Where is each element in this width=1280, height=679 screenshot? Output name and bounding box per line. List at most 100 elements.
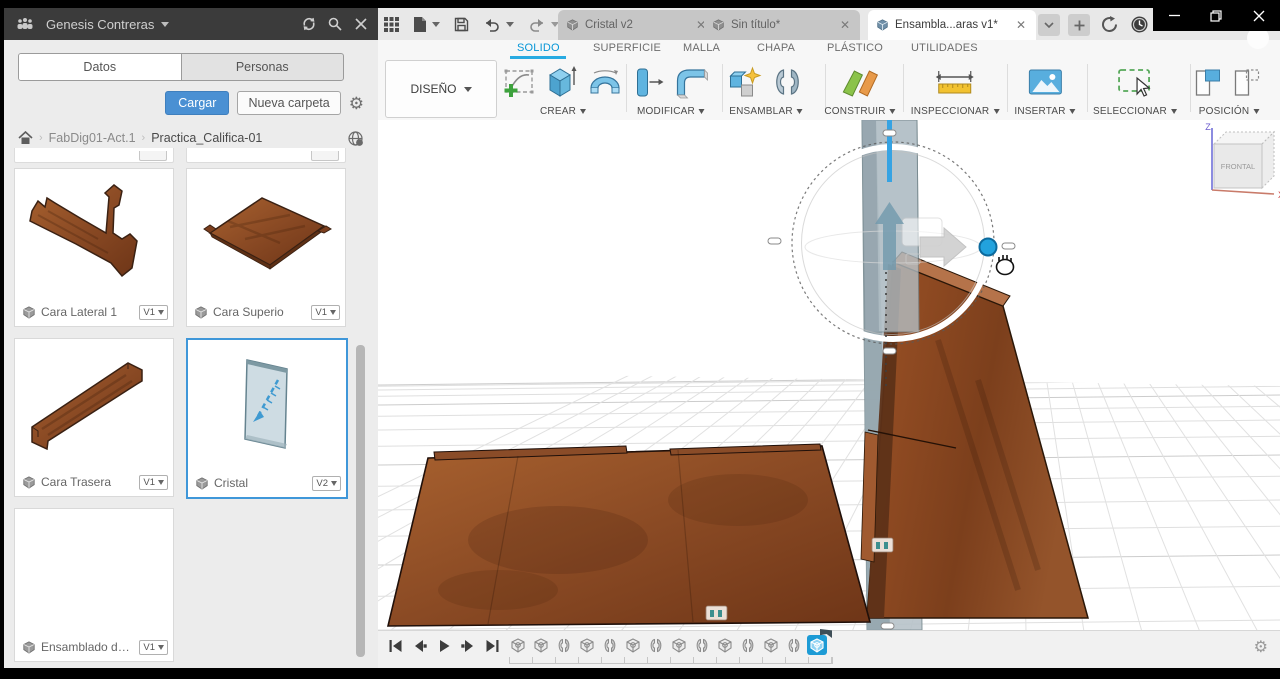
card-partial[interactable] xyxy=(14,148,174,163)
tab-list-chevron-icon[interactable] xyxy=(1038,14,1060,36)
construct-plane-icon[interactable] xyxy=(839,64,881,100)
revolve-icon[interactable] xyxy=(586,64,624,100)
redo-icon[interactable] xyxy=(528,17,559,32)
new-component-icon[interactable] xyxy=(727,64,763,100)
version-dropdown[interactable]: V1 xyxy=(139,474,168,490)
ribbon-tab-solido[interactable]: SOLIDO xyxy=(517,42,560,54)
card-cara-superior[interactable]: Cara Superio V1 xyxy=(186,168,346,327)
breadcrumb-folder[interactable]: FabDig01-Act.1 xyxy=(49,131,136,145)
upload-button[interactable]: Cargar xyxy=(165,91,230,115)
group-seleccionar[interactable]: SELECCIONAR xyxy=(1093,106,1177,117)
timeline-component-icon[interactable] xyxy=(807,629,832,655)
timeline-joint-icon[interactable] xyxy=(738,635,758,655)
group-insertar[interactable]: INSERTAR xyxy=(1014,106,1076,117)
version-dropdown[interactable]: V1 xyxy=(311,304,340,320)
timeline-joint-icon[interactable] xyxy=(692,635,712,655)
tab-personas[interactable]: Personas xyxy=(180,54,344,80)
step-back-button[interactable] xyxy=(412,638,428,654)
view-cube[interactable]: FRONTAL Z X xyxy=(1205,122,1280,200)
create-sketch-icon[interactable] xyxy=(502,64,536,100)
tab-datos[interactable]: Datos xyxy=(19,54,181,80)
timeline-component-icon[interactable] xyxy=(623,635,643,655)
new-tab-plus-icon[interactable] xyxy=(1068,14,1090,36)
joint-glyph-badge[interactable] xyxy=(705,605,728,621)
card-partial[interactable] xyxy=(186,148,346,163)
timeline-joint-icon[interactable] xyxy=(646,635,666,655)
timeline-component-icon[interactable] xyxy=(761,635,781,655)
panel-scrollbar[interactable] xyxy=(356,345,365,657)
step-forward-button[interactable] xyxy=(460,638,476,654)
timeline-component-icon[interactable] xyxy=(577,635,597,655)
revert-position-icon[interactable] xyxy=(1233,64,1265,100)
select-icon[interactable] xyxy=(1115,64,1155,100)
version-history-clock-icon[interactable] xyxy=(1130,15,1149,34)
viewport[interactable]: FRONTAL Z X xyxy=(378,120,1280,630)
search-icon[interactable] xyxy=(322,11,348,37)
web-globe-icon[interactable] xyxy=(347,130,364,147)
close-panel-icon[interactable] xyxy=(348,11,374,37)
group-crear[interactable]: CREAR xyxy=(540,106,586,117)
group-inspeccionar[interactable]: INSPECCIONAR xyxy=(911,106,1000,117)
close-tab-icon[interactable]: ✕ xyxy=(1014,18,1028,32)
card-cara-lateral[interactable]: Cara Lateral 1 V1 xyxy=(14,168,174,327)
save-icon[interactable] xyxy=(454,17,469,32)
ribbon-tab-chapa[interactable]: CHAPA xyxy=(757,42,795,54)
version-dropdown[interactable]: V1 xyxy=(139,304,168,320)
timeline-component-icon[interactable] xyxy=(669,635,689,655)
axis-pill-handle[interactable] xyxy=(882,347,897,355)
group-posicion[interactable]: POSICIÓN xyxy=(1199,106,1260,117)
card-cristal[interactable]: Cristal V2 xyxy=(186,338,348,499)
fillet-icon[interactable] xyxy=(673,64,711,100)
timeline-joint-icon[interactable] xyxy=(784,635,804,655)
group-modificar[interactable]: MODIFICAR xyxy=(637,106,705,117)
timeline-settings-gear-icon[interactable]: ⚙ xyxy=(1254,640,1268,656)
wood-base-panel[interactable] xyxy=(386,443,872,627)
group-construir[interactable]: CONSTRUIR xyxy=(824,106,896,117)
axis-pill-handle[interactable] xyxy=(880,622,895,630)
card-cara-trasera[interactable]: Cara Trasera V1 xyxy=(14,338,174,497)
viewport-canvas[interactable]: FRONTAL Z X xyxy=(378,120,1280,630)
timeline-joint-icon[interactable] xyxy=(600,635,620,655)
extensions-sync-icon[interactable] xyxy=(1100,15,1119,34)
go-to-start-button[interactable] xyxy=(388,638,404,654)
joint-glyph-badge[interactable] xyxy=(871,537,894,553)
axis-pill-handle[interactable] xyxy=(882,129,897,137)
card-ensamblado[interactable]: Ensamblado de ... V1 xyxy=(14,508,174,662)
new-folder-button[interactable]: Nueva carpeta xyxy=(237,91,341,115)
home-icon[interactable] xyxy=(18,131,33,145)
doc-tab-cristal[interactable]: Cristal v2 ✕ xyxy=(558,10,716,40)
file-menu-icon[interactable] xyxy=(413,16,440,33)
version-dropdown[interactable]: V2 xyxy=(312,475,341,491)
timeline-component-icon[interactable] xyxy=(508,635,528,655)
insert-image-icon[interactable] xyxy=(1025,64,1065,100)
press-pull-icon[interactable] xyxy=(632,64,666,100)
workspace-selector[interactable]: DISEÑO xyxy=(385,60,497,118)
group-ensamblar[interactable]: ENSAMBLAR xyxy=(729,106,803,117)
close-tab-icon[interactable]: ✕ xyxy=(838,18,852,32)
undo-icon[interactable] xyxy=(483,17,514,32)
app-grid-icon[interactable] xyxy=(384,16,399,32)
measure-icon[interactable] xyxy=(934,64,976,100)
team-name[interactable]: Genesis Contreras xyxy=(46,17,154,32)
joint-icon[interactable] xyxy=(770,64,806,100)
ribbon-tab-utilidades[interactable]: UTILIDADES xyxy=(911,42,978,54)
doc-tab-sin-titulo[interactable]: Sin título* ✕ xyxy=(704,10,860,40)
timeline-component-icon[interactable] xyxy=(531,635,551,655)
extrude-icon[interactable] xyxy=(543,64,579,100)
ribbon-tab-malla[interactable]: MALLA xyxy=(683,42,720,54)
timeline-joint-icon[interactable] xyxy=(554,635,574,655)
ribbon-tab-superficie[interactable]: SUPERFICIE xyxy=(593,42,661,54)
ribbon-tab-plastico[interactable]: PLÁSTICO xyxy=(827,42,883,54)
play-button[interactable] xyxy=(436,638,452,654)
panel-settings-gear-icon[interactable]: ⚙ xyxy=(349,95,364,112)
version-dropdown[interactable]: V1 xyxy=(139,639,168,655)
timeline-component-icon[interactable] xyxy=(715,635,735,655)
axis-pill-handle[interactable] xyxy=(767,237,782,245)
doc-tab-ensamblado[interactable]: Ensambla...aras v1* ✕ xyxy=(868,10,1036,40)
go-to-end-button[interactable] xyxy=(484,638,500,654)
rotate-point-handle[interactable] xyxy=(978,237,998,257)
capture-position-icon[interactable] xyxy=(1194,64,1226,100)
breadcrumb-current[interactable]: Practica_Califica-01 xyxy=(151,131,262,145)
axis-pill-handle[interactable] xyxy=(1001,242,1016,250)
refresh-icon[interactable] xyxy=(296,11,322,37)
